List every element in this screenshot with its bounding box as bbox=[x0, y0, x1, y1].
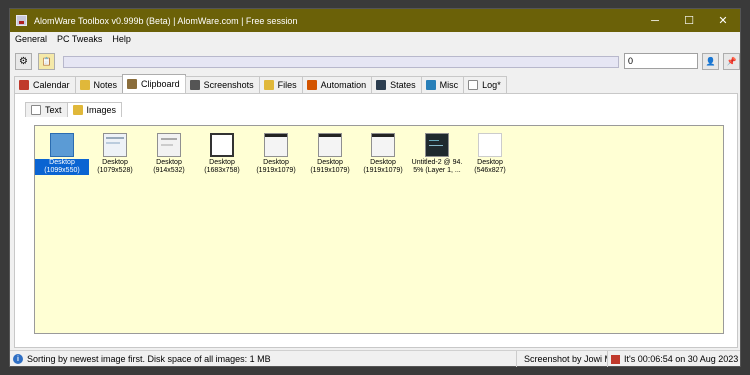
clipboard-panel: Text Images Desktop (1099x550) Desktop (10… bbox=[14, 93, 738, 348]
calendar-status-icon bbox=[611, 354, 620, 364]
image-thumbnail bbox=[210, 133, 234, 157]
image-thumbnail bbox=[478, 133, 502, 157]
info-icon: i bbox=[13, 354, 23, 364]
status-screenshot: Screenshot by Jowi M bbox=[516, 351, 607, 367]
menu-bar: General PC Tweaks Help bbox=[10, 32, 740, 46]
gear-icon: ⚙ bbox=[19, 56, 28, 67]
image-item[interactable]: Desktop (914x532) bbox=[142, 133, 196, 175]
menu-help[interactable]: Help bbox=[107, 34, 136, 44]
toolbar: ⚙ 📋 0 👤 📌 bbox=[10, 51, 740, 73]
text-icon bbox=[31, 105, 41, 115]
tab-log[interactable]: Log* bbox=[463, 76, 507, 93]
files-icon bbox=[263, 80, 274, 90]
app-icon bbox=[16, 15, 27, 26]
subtab-images[interactable]: Images bbox=[66, 102, 123, 117]
image-thumbnail bbox=[318, 133, 342, 157]
pin-button[interactable]: 📌 bbox=[723, 53, 740, 70]
image-item[interactable]: Desktop (546x827) bbox=[463, 133, 517, 175]
automation-icon bbox=[306, 80, 317, 90]
images-icon bbox=[72, 105, 83, 115]
log-icon bbox=[468, 80, 479, 90]
user-icon: 👤 bbox=[705, 57, 716, 66]
notes-icon bbox=[79, 80, 90, 90]
pin-icon: 📌 bbox=[726, 57, 737, 66]
close-button[interactable]: ✕ bbox=[706, 9, 740, 32]
image-thumbnail bbox=[103, 133, 127, 157]
tab-clipboard[interactable]: Clipboard bbox=[122, 74, 186, 93]
image-item[interactable]: Untitled-2 @ 94. 5% (Layer 1, ... bbox=[410, 133, 464, 175]
calendar-icon bbox=[19, 80, 29, 90]
tab-screenshots[interactable]: Screenshots bbox=[184, 76, 260, 93]
image-thumbnail bbox=[50, 133, 74, 157]
clipboard-tab-icon bbox=[127, 79, 138, 89]
menu-general[interactable]: General bbox=[10, 34, 52, 44]
minimize-button[interactable]: ─ bbox=[638, 9, 672, 32]
main-tabs: Calendar Notes Clipboard Screenshots Fil… bbox=[14, 74, 507, 93]
tab-misc[interactable]: Misc bbox=[420, 76, 465, 93]
status-bar: i Sorting by newest image first. Disk sp… bbox=[10, 350, 740, 367]
settings-button[interactable]: ⚙ bbox=[15, 53, 32, 70]
menu-pc-tweaks[interactable]: PC Tweaks bbox=[52, 34, 107, 44]
image-item[interactable]: Desktop (1919x1079) bbox=[303, 133, 357, 175]
tab-notes[interactable]: Notes bbox=[74, 76, 124, 93]
image-item[interactable]: Desktop (1919x1079) bbox=[356, 133, 410, 175]
maximize-button[interactable]: ☐ bbox=[672, 9, 706, 32]
window-title: AlomWare Toolbox v0.999b (Beta) | AlomWa… bbox=[34, 15, 298, 26]
image-item[interactable]: Desktop (1079x528) bbox=[88, 133, 142, 175]
clipboard-icon: 📋 bbox=[41, 57, 52, 66]
title-bar: AlomWare Toolbox v0.999b (Beta) | AlomWa… bbox=[10, 9, 740, 32]
app-window: AlomWare Toolbox v0.999b (Beta) | AlomWa… bbox=[9, 8, 741, 367]
clipboard-button[interactable]: 📋 bbox=[38, 53, 55, 70]
image-thumbnail bbox=[425, 133, 449, 157]
image-item[interactable]: Desktop (1919x1079) bbox=[249, 133, 303, 175]
clipboard-subtabs: Text Images bbox=[25, 102, 123, 117]
images-list[interactable]: Desktop (1099x550) Desktop (1079x528) Desk… bbox=[34, 125, 724, 334]
tab-automation[interactable]: Automation bbox=[301, 76, 373, 93]
count-field[interactable]: 0 bbox=[624, 53, 698, 69]
subtab-text[interactable]: Text bbox=[25, 102, 68, 117]
status-time: It's 00:06:54 on 30 Aug 2023 bbox=[607, 351, 739, 367]
screenshots-icon bbox=[189, 80, 200, 90]
tab-calendar[interactable]: Calendar bbox=[14, 76, 76, 93]
status-info: i Sorting by newest image first. Disk sp… bbox=[10, 351, 516, 367]
image-item[interactable]: Desktop (1099x550) bbox=[35, 133, 89, 175]
tab-files[interactable]: Files bbox=[258, 76, 303, 93]
misc-icon bbox=[425, 80, 436, 90]
image-thumbnail bbox=[157, 133, 181, 157]
image-item[interactable]: Desktop (1683x758) bbox=[195, 133, 249, 175]
tab-states[interactable]: States bbox=[371, 76, 422, 93]
image-thumbnail bbox=[371, 133, 395, 157]
states-icon bbox=[376, 80, 387, 90]
user-button[interactable]: 👤 bbox=[702, 53, 719, 70]
image-thumbnail bbox=[264, 133, 288, 157]
progress-bar bbox=[63, 56, 619, 68]
